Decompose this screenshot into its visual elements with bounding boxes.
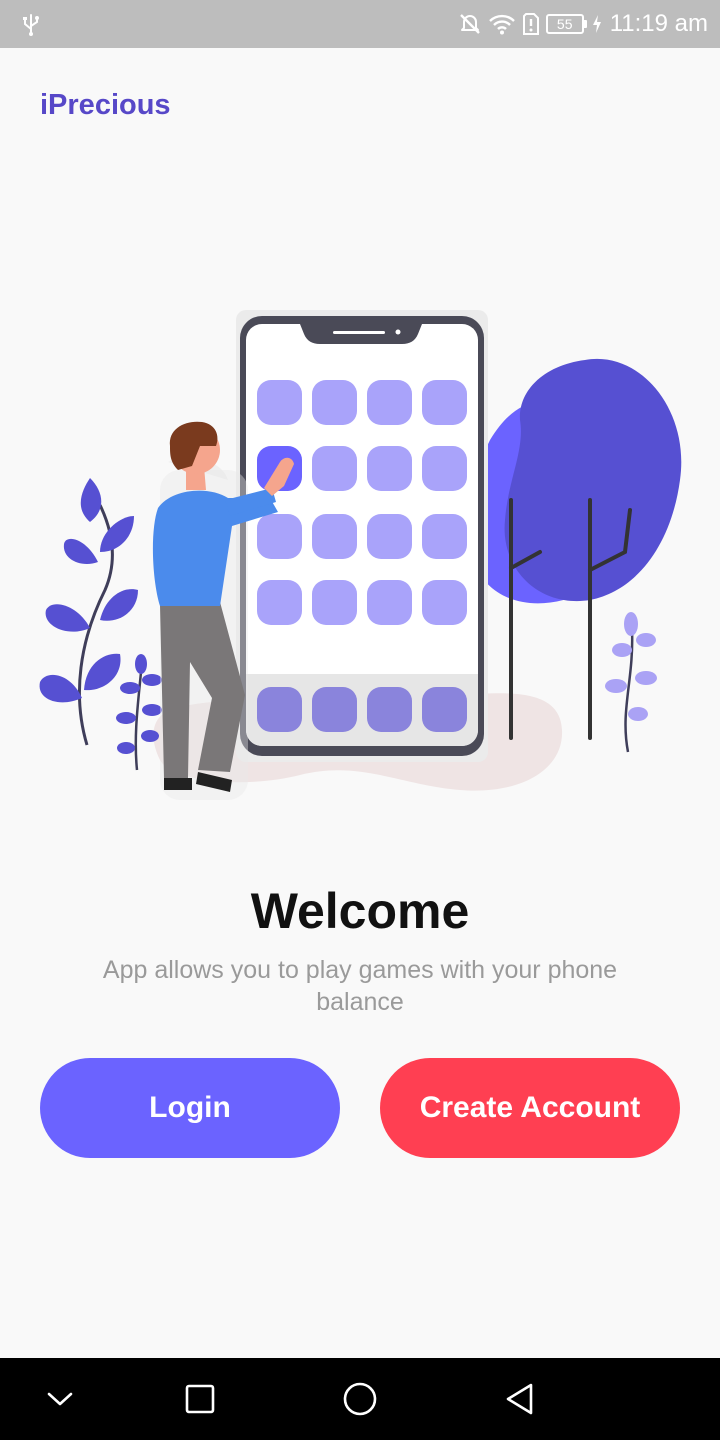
phone-app-tile [422,514,467,559]
wifi-icon [488,12,516,36]
phone-app-tile [312,380,357,425]
login-button[interactable]: Login [40,1058,340,1158]
phone-app-tile [367,446,412,491]
create-account-button[interactable]: Create Account [380,1058,680,1158]
phone-app-tile [312,446,357,491]
phone-dock-tile [312,687,357,732]
phone-app-tile [312,514,357,559]
phone-app-tile [312,580,357,625]
hero-illustration [0,290,720,820]
navigation-bar [0,1358,720,1440]
phone-app-tile [367,380,412,425]
plant-right [605,612,657,753]
phone-app-tile [257,580,302,625]
phone-app-tile [367,514,412,559]
phone-app-tile [367,580,412,625]
welcome-title: Welcome [250,883,470,939]
app-title: iPrecious [40,89,171,121]
phone-dock-tile [367,687,412,732]
phone-dock-tile [422,687,467,732]
sim-alert-icon [522,12,540,36]
mute-icon [458,12,482,36]
phone-app-tile [422,380,467,425]
phone-app-tile [257,380,302,425]
chevron-down-icon[interactable] [38,1377,82,1421]
status-bar: 55 11:19 am [0,0,720,48]
plant-small-left [116,654,162,771]
tree-front [504,358,682,602]
phone-app-tile [422,580,467,625]
clock: 11:19 am [609,10,708,37]
welcome-subtitle: App allows you to play games with your p… [102,956,618,1016]
square-icon[interactable] [178,1377,222,1421]
back-triangle-icon[interactable] [498,1377,542,1421]
phone-dock-tile [257,687,302,732]
battery-icon: 55 [545,14,587,34]
charging-icon [592,14,602,34]
circle-icon[interactable] [338,1377,382,1421]
phone-app-tile [257,514,302,559]
plant-left [39,478,138,746]
phone-app-tile [422,446,467,491]
usb-icon [20,12,42,36]
